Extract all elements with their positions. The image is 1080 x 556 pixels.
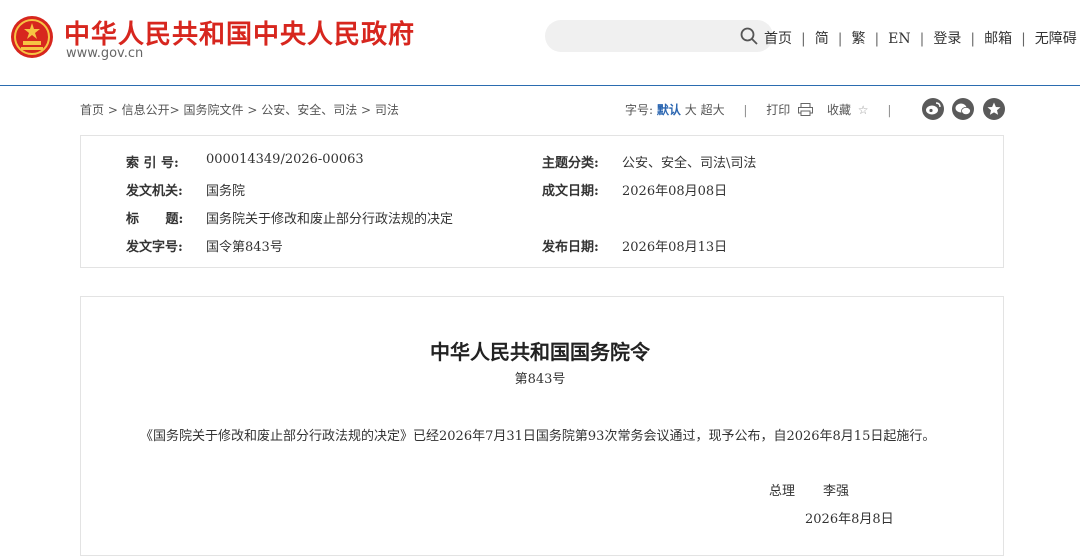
title-label: 标 题:	[126, 212, 184, 227]
favorite-button[interactable]: 收藏	[827, 103, 851, 117]
print-button[interactable]: 打印	[766, 103, 790, 117]
publish-date-value: 2026年08月13日	[622, 240, 728, 255]
page-tools: 字号: 默认 大 超大 | 打印 收藏 ☆ |	[625, 101, 906, 118]
header-divider	[0, 85, 1080, 86]
publish-date-label: 发布日期:	[542, 240, 599, 255]
index-label: 索 引 号:	[126, 156, 179, 171]
font-size-label: 字号:	[625, 103, 654, 117]
weibo-icon[interactable]	[922, 98, 944, 120]
nav-divider: |	[874, 31, 880, 47]
nav-simplified[interactable]: 简	[815, 31, 829, 47]
nav-login[interactable]: 登录	[933, 31, 961, 47]
title-value: 国务院关于修改和废止部分行政法规的决定	[206, 212, 454, 227]
search-icon[interactable]	[740, 27, 758, 45]
top-nav: 首页 | 简 | 繁 | EN | 登录 | 邮箱 | 无障碍	[764, 28, 1077, 48]
issuer-label: 发文机关:	[126, 184, 183, 199]
search-input[interactable]	[545, 20, 773, 52]
written-date-label: 成文日期:	[542, 184, 599, 199]
font-default-button[interactable]: 默认	[657, 103, 681, 117]
tools-divider: |	[743, 103, 748, 117]
nav-divider: |	[801, 31, 806, 47]
breadcrumb[interactable]: 首页 > 信息公开> 国务院文件 > 公安、安全、司法 > 司法	[80, 101, 399, 118]
sign-date: 2026年8月8日	[805, 512, 894, 527]
topic-value: 公安、安全、司法\司法	[622, 156, 757, 171]
index-value: 000014349/2026-00063	[206, 152, 364, 167]
document-number: 第843号	[514, 372, 566, 387]
font-large-button[interactable]: 大	[685, 103, 697, 117]
document-title: 中华人民共和国国务院令	[430, 340, 650, 364]
doc-number-label: 发文字号:	[126, 240, 183, 255]
written-date-value: 2026年08月08日	[622, 184, 728, 199]
nav-divider: |	[970, 31, 976, 47]
nav-traditional[interactable]: 繁	[851, 31, 865, 47]
document-body: 《国务院关于修改和废止部分行政法规的决定》已经2026年7月31日国务院第93次…	[140, 429, 936, 444]
star-icon[interactable]: ☆	[858, 103, 869, 117]
doc-number-value: 国令第843号	[206, 240, 283, 255]
nav-divider: |	[919, 31, 925, 47]
signer-name: 李强	[823, 484, 850, 499]
topic-label: 主题分类:	[542, 156, 599, 171]
wechat-icon[interactable]	[952, 98, 974, 120]
font-xlarge-button[interactable]: 超大	[701, 103, 725, 117]
nav-home[interactable]: 首页	[764, 31, 792, 47]
nav-divider: |	[837, 31, 843, 47]
site-header: 中华人民共和国中央人民政府 www.gov.cn 首页 | 简 | 繁 | EN | 登录 | 邮箱…	[0, 0, 1080, 85]
signer-title: 总理	[769, 484, 796, 499]
site-url[interactable]: www.gov.cn	[66, 46, 143, 61]
nav-mail[interactable]: 邮箱	[984, 31, 1012, 47]
printer-icon[interactable]	[798, 103, 814, 116]
favorite-icon[interactable]	[983, 98, 1005, 120]
signer: 总理 李强	[769, 480, 849, 499]
issuer-value: 国务院	[206, 184, 246, 199]
national-emblem-icon[interactable]	[10, 15, 54, 59]
nav-divider: |	[1021, 31, 1026, 47]
nav-accessibility[interactable]: 无障碍	[1035, 31, 1077, 47]
nav-english[interactable]: EN	[888, 31, 910, 47]
tools-divider: |	[887, 103, 892, 117]
